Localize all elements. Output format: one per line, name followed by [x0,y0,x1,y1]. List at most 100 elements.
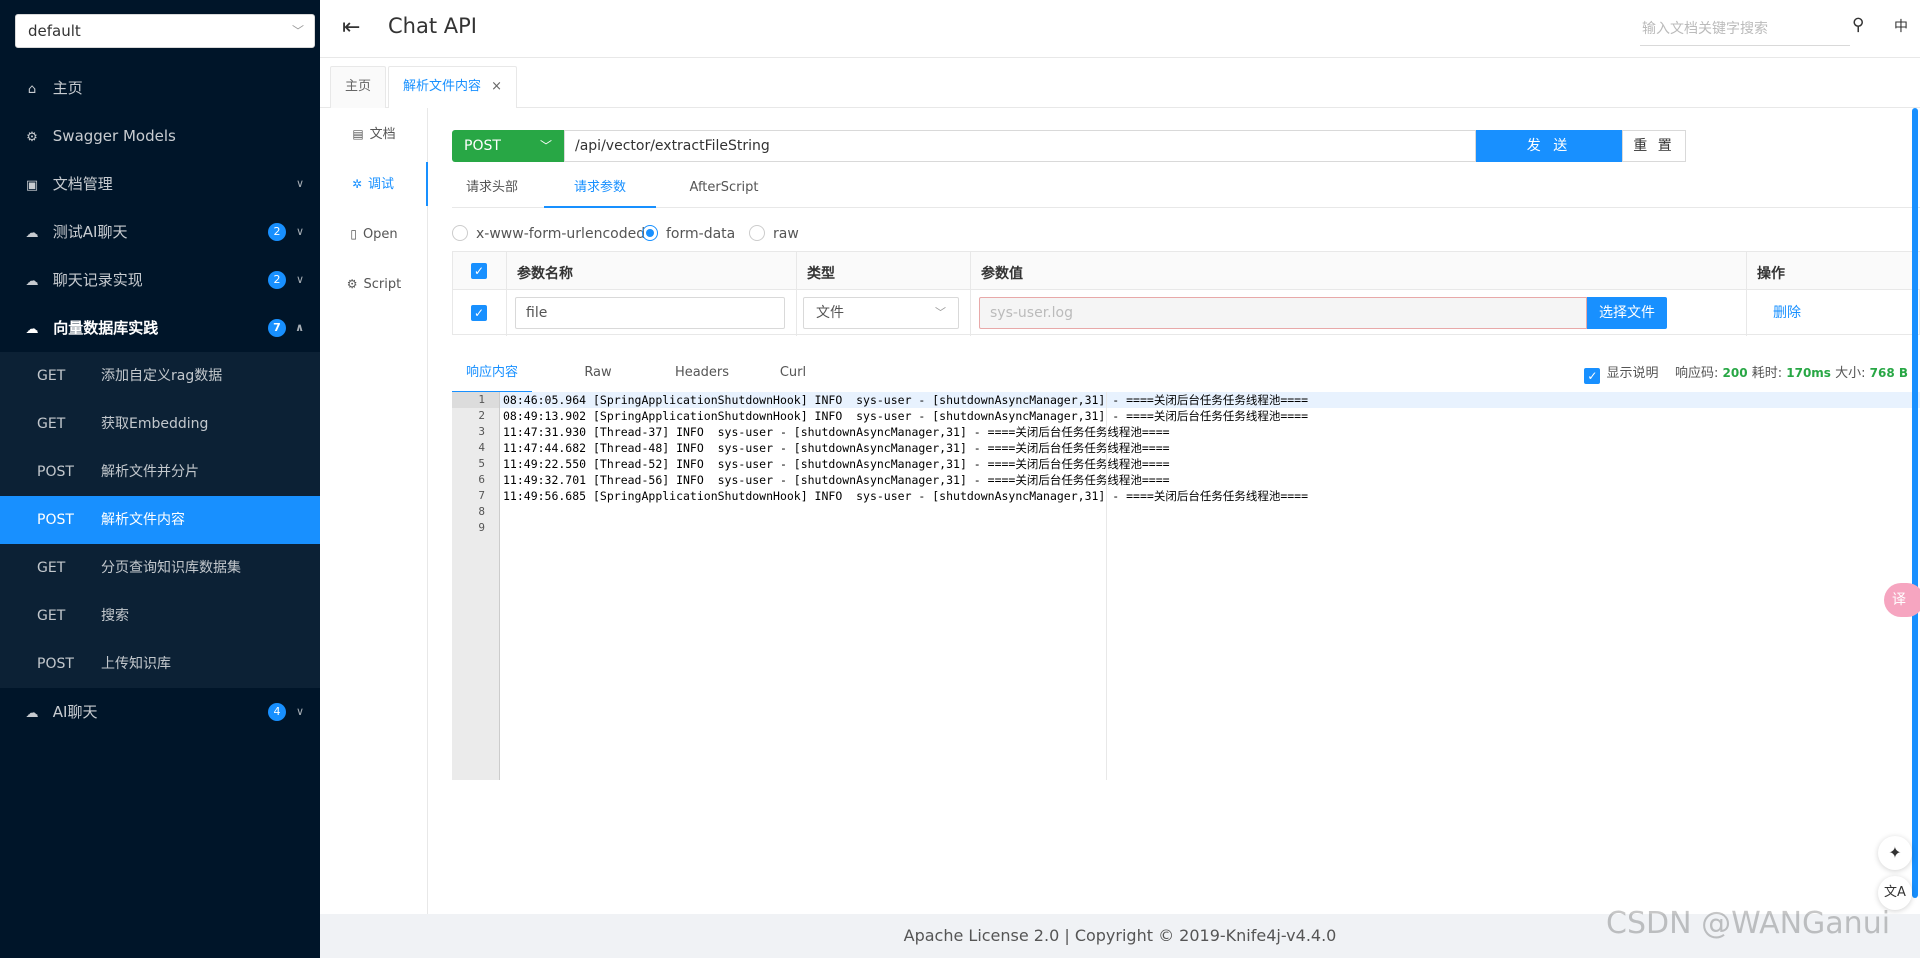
nav-label: Open [362,227,398,242]
sidebar-item-test-ai-chat[interactable]: ☁ 测试AI聊天 2 ∨ [0,208,320,256]
line-number: 3 [478,425,485,438]
endpoint-label: 获取Embedding [101,416,209,432]
param-type-select[interactable]: 文件 ﹀ [803,297,959,329]
param-name-input[interactable]: file [515,297,785,329]
tab-request-params[interactable]: 请求参数 [544,168,656,208]
search-icon[interactable]: ⚲ [1852,15,1864,35]
sidebar-item-chat-history[interactable]: ☁ 聊天记录实现 2 ∨ [0,256,320,304]
method-select[interactable]: POST ﹀ [452,130,564,162]
http-method: GET [37,560,66,576]
send-button[interactable]: 发 送 [1476,130,1622,162]
cloud-icon: ☁ [25,706,39,721]
nav-open[interactable]: ▯ Open [320,212,428,256]
code-line: 11:47:44.682 [Thread-48] INFO sys-user -… [503,441,1170,455]
action-cell: 删除 [1747,290,1920,336]
nav-script[interactable]: ⚙ Script [320,262,428,306]
radio-dot [452,225,468,241]
chevron-down-icon: ∨ [295,177,304,190]
chevron-down-icon: ﹀ [291,24,304,38]
chevron-down-icon: ∨ [295,225,304,238]
chevron-down-icon: ∨ [295,705,304,718]
tab-after-script[interactable]: AfterScript [674,168,774,208]
sidebar-item-vector-db[interactable]: ☁ 向量数据库实践 7 ∧ [0,304,320,352]
sidebar-item-label: 聊天记录实现 [52,271,143,289]
sidebar-subitem[interactable]: GET 获取Embedding [0,400,320,448]
translate-bubble-icon[interactable]: 译 [1884,583,1920,617]
file-icon: ▯ [350,227,357,241]
response-editor[interactable]: 1 2 3 4 5 6 7 8 9 08:46:05.964 [SpringAp… [452,392,1920,780]
show-desc-label: 显示说明 [1606,366,1659,381]
sparkle-icon[interactable]: ✦ [1878,836,1912,870]
radio-urlencoded[interactable]: x-www-form-urlencoded [452,222,645,246]
tab-response-curl[interactable]: Curl [768,353,818,393]
sidebar-item-home[interactable]: ⌂ 主页 [0,64,320,112]
sidebar-subitem[interactable]: GET 添加自定义rag数据 [0,352,320,400]
header-cell: 参数值 [971,252,1747,289]
code-line: 11:47:31.930 [Thread-37] INFO sys-user -… [503,425,1170,439]
tab-response-raw[interactable]: Raw [568,353,628,393]
sidebar-item-ai-chat[interactable]: ☁ AI聊天 4 ∨ [0,688,320,736]
sidebar-item-label: Swagger Models [52,127,176,145]
request-tabs: 请求头部 请求参数 AfterScript [452,168,1920,208]
sidebar-item-label: AI聊天 [52,703,98,721]
sidebar-item-doc-management[interactable]: ▣ 文档管理 ∨ [0,160,320,208]
delete-link[interactable]: 删除 [1773,302,1801,322]
reset-button[interactable]: 重 置 [1622,130,1686,162]
close-icon[interactable]: × [491,79,502,94]
endpoint-label: 分页查询知识库数据集 [101,560,241,576]
count-badge: 2 [268,271,286,289]
language-switch[interactable]: 中 [1894,16,1908,36]
sidebar-subitem[interactable]: GET 分页查询知识库数据集 [0,544,320,592]
nav-doc[interactable]: ▤ 文档 [320,112,428,156]
sidebar-subitem[interactable]: POST 上传知识库 [0,640,320,688]
http-method: GET [37,608,66,624]
url-input[interactable]: /api/vector/extractFileString [564,130,1476,162]
tab-home[interactable]: 主页 [330,66,387,108]
sidebar-subitem-active[interactable]: POST 解析文件内容 [0,496,320,544]
select-all-checkbox[interactable]: ✓ [471,263,487,279]
page-title: Chat API [388,14,477,38]
radio-form-data[interactable]: form-data [642,222,735,246]
sidebar-subitem[interactable]: GET 搜索 [0,592,320,640]
doc-nav: ▤ 文档 ✲ 调试 ▯ Open ⚙ Script [320,108,428,914]
header: ⇤ Chat API ⚲ 中 [320,0,1920,58]
tab-extract-file-content[interactable]: 解析文件内容 × [388,66,518,108]
status-label: 响应码: [1674,366,1719,381]
http-method: POST [37,512,74,528]
menu-fold-icon[interactable]: ⇤ [342,16,360,40]
sidebar-subitem[interactable]: POST 解析文件并分片 [0,448,320,496]
sidebar-item-label: 主页 [52,79,83,97]
sidebar-menu: ⌂ 主页 ⚙ Swagger Models ▣ 文档管理 ∨ ☁ 测试AI聊天 … [0,64,320,736]
tab-response-content[interactable]: 响应内容 [452,353,532,393]
header-select-cell: ✓ [453,252,507,289]
radio-raw[interactable]: raw [749,222,799,246]
tab-response-headers[interactable]: Headers [664,353,740,393]
nav-label: 调试 [368,177,395,192]
endpoint-label: 搜索 [101,608,129,624]
response-size: 768 B [1869,366,1908,380]
row-checkbox[interactable]: ✓ [471,305,487,321]
header-cell: 参数名称 [507,252,797,289]
choose-file-button[interactable]: 选择文件 [1587,297,1667,329]
nav-debug[interactable]: ✲ 调试 [320,162,428,206]
http-method: GET [37,368,66,384]
tab-request-headers[interactable]: 请求头部 [452,168,532,208]
show-desc-checkbox[interactable]: ✓ [1584,368,1601,384]
response-tabs: 响应内容 Raw Headers Curl ✓ 显示说明 响应码: 200 耗时:… [452,353,1920,393]
value-cell: sys-user.log 选择文件 [971,290,1747,336]
chevron-down-icon: ﹀ [935,306,946,319]
sidebar-item-swagger-models[interactable]: ⚙ Swagger Models [0,112,320,160]
http-method: POST [37,464,74,480]
group-select[interactable]: default ﹀ [15,14,315,48]
tab-label: 主页 [345,79,372,94]
endpoint-label: 解析文件内容 [101,512,185,528]
chevron-up-icon: ∧ [295,321,304,334]
url-bar: POST ﹀ /api/vector/extractFileString 发 送… [452,130,1686,162]
scrollbar[interactable] [1912,108,1918,898]
watermark: CSDN @WANGanui [1606,906,1891,941]
translate-icon[interactable]: 文A [1878,876,1912,910]
sidebar-item-label: 测试AI聊天 [52,223,128,241]
search-input[interactable] [1640,12,1850,46]
file-path-field[interactable]: sys-user.log [979,297,1587,329]
nav-label: 文档 [369,127,396,142]
